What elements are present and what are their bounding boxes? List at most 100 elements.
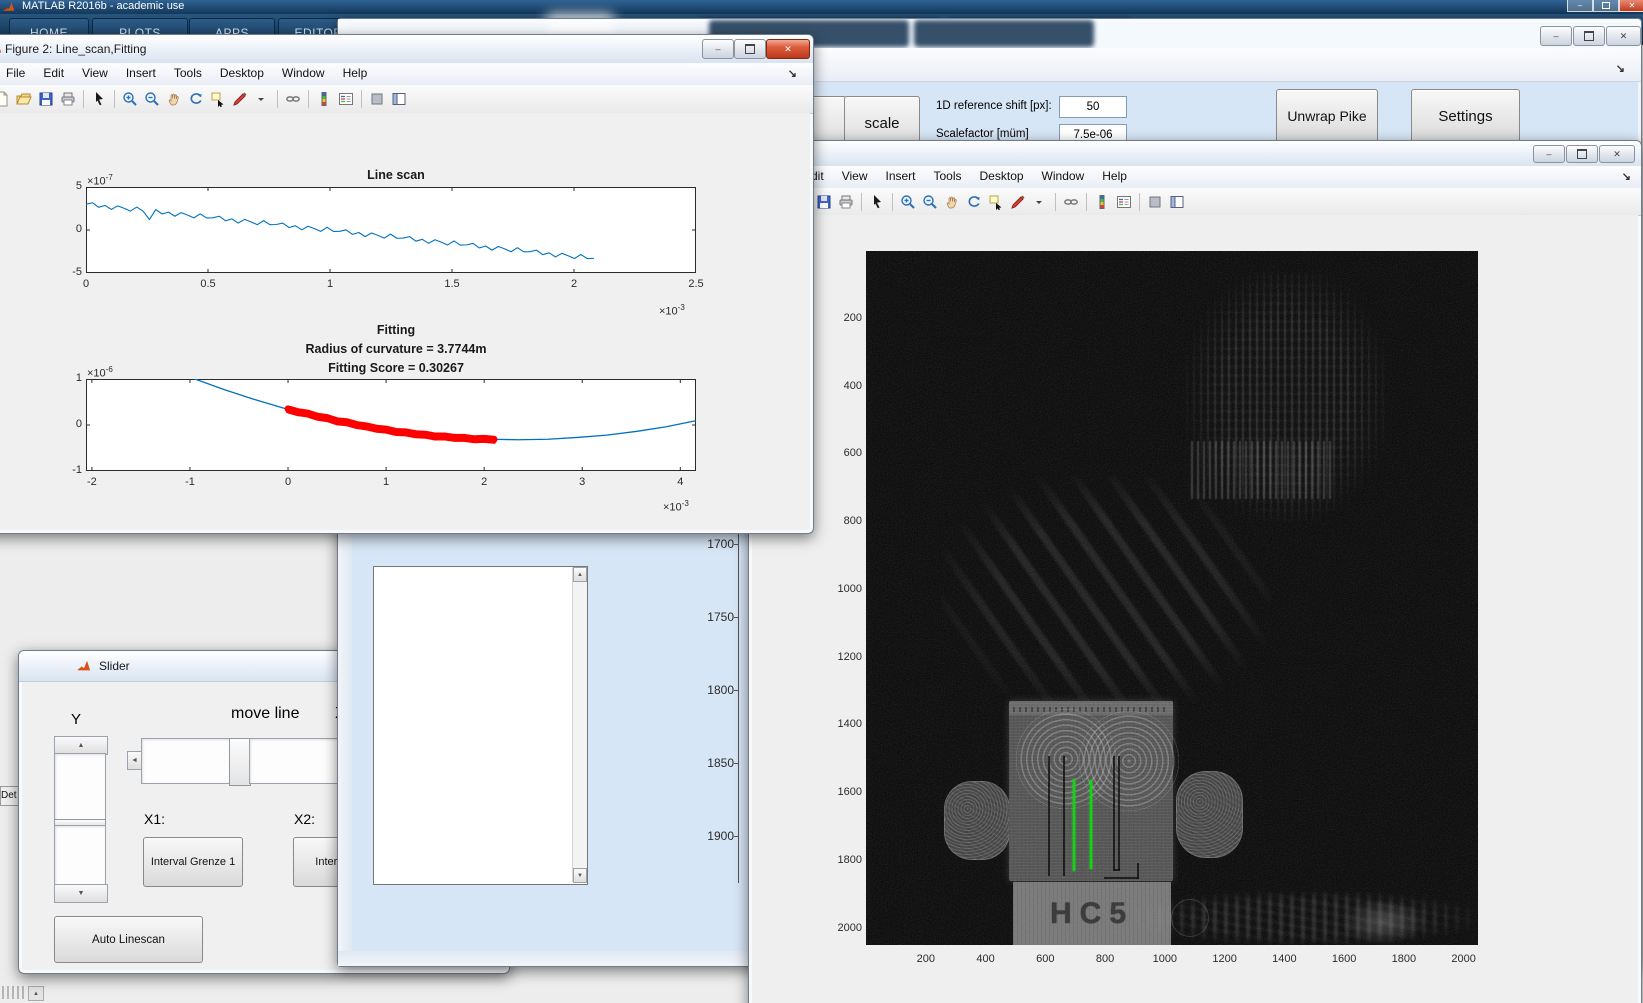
listbox-scroll-down[interactable]: ▼ (573, 868, 587, 883)
zoom-in-icon[interactable] (120, 89, 140, 109)
caret-down-icon[interactable] (1030, 192, 1050, 212)
y-slider-down-button[interactable]: ▼ (54, 884, 108, 903)
rotate-3d-icon[interactable] (964, 192, 984, 212)
save-icon[interactable] (36, 89, 56, 109)
menu-window[interactable]: Window (282, 63, 325, 83)
data-cursor-icon[interactable] (208, 89, 228, 109)
gui-close-button[interactable]: ✕ (1606, 26, 1641, 46)
rf-minimize-button[interactable]: – (1533, 145, 1565, 163)
x-slider-left-button[interactable]: ◄ (127, 751, 142, 770)
tick-label: 1 (75, 372, 82, 384)
tick-label: 600 (843, 447, 862, 460)
x-slider-thumb[interactable] (229, 738, 251, 786)
fig2-close-button[interactable]: ✕ (766, 39, 810, 59)
gui-minimize-button[interactable]: – (1540, 26, 1572, 46)
show-plot-tools-icon[interactable] (389, 89, 409, 109)
ref-shift-input[interactable] (1059, 96, 1127, 118)
menu-help[interactable]: Help (343, 63, 368, 83)
link-plot-icon[interactable] (1061, 192, 1081, 212)
unwrap-pike-button[interactable]: Unwrap Pike (1276, 89, 1378, 143)
matlab-maximize-button[interactable] (1593, 0, 1619, 12)
fig2-undock-icon[interactable]: ↘ (788, 67, 797, 80)
right-figure-menubar[interactable]: ↘ EditViewInsertToolsDesktopWindowHelp (749, 166, 1641, 189)
tick-label: 800 (1095, 953, 1115, 965)
rotate-3d-icon[interactable] (186, 89, 206, 109)
auto-linescan-button[interactable]: Auto Linescan (54, 916, 203, 963)
menu-desktop[interactable]: Desktop (220, 63, 264, 83)
brush-icon[interactable] (230, 89, 250, 109)
pan-hand-icon[interactable] (942, 192, 962, 212)
y-slider-track-upper[interactable] (54, 753, 106, 821)
menu-insert[interactable]: Insert (126, 63, 156, 83)
print-icon[interactable] (836, 192, 856, 212)
menu-window[interactable]: Window (1042, 166, 1085, 186)
settings-button[interactable]: Settings (1411, 89, 1520, 143)
zoom-in-icon[interactable] (898, 192, 918, 212)
tick-label: 1200 (1212, 953, 1237, 965)
brush-icon[interactable] (1008, 192, 1028, 212)
tick-label: 800 (843, 515, 862, 528)
taskbar-grip[interactable] (2, 986, 26, 999)
menu-view[interactable]: View (82, 63, 108, 83)
data-cursor-icon[interactable] (986, 192, 1006, 212)
tick-label: 2000 (1451, 953, 1476, 965)
tick-label: 0.5 (200, 278, 216, 290)
figure2-toolbar[interactable] (0, 85, 813, 114)
matlab-minimize-button[interactable]: – (1567, 0, 1593, 12)
hidden-plot-axis (738, 533, 739, 883)
interval-grenze-1-button[interactable]: Interval Grenze 1 (143, 837, 243, 887)
hide-plot-tools-icon[interactable] (367, 89, 387, 109)
gui-maximize-button[interactable] (1573, 26, 1605, 46)
x-slider-track-left[interactable] (141, 738, 231, 784)
menu-tools[interactable]: Tools (174, 63, 202, 83)
hide-plot-tools-icon[interactable] (1145, 192, 1165, 212)
move-line-label: move line (231, 705, 300, 722)
tick-label: -5 (72, 266, 82, 278)
fig2-maximize-button[interactable] (734, 39, 766, 59)
matlab-close-button[interactable]: ✕ (1619, 0, 1643, 12)
gui-undock-icon[interactable]: ↘ (1616, 62, 1625, 75)
menu-edit[interactable]: Edit (43, 63, 64, 83)
y-slider-track-lower[interactable] (54, 825, 106, 886)
print-icon[interactable] (58, 89, 78, 109)
menu-desktop[interactable]: Desktop (980, 166, 1024, 186)
zoom-out-icon[interactable] (920, 192, 940, 212)
save-icon[interactable] (814, 192, 834, 212)
open-folder-icon[interactable] (14, 89, 34, 109)
listbox-scrollbar[interactable]: ▲ ▼ (572, 567, 587, 883)
listbox-scroll-up[interactable]: ▲ (573, 567, 587, 582)
caret-down-icon[interactable] (252, 89, 272, 109)
link-plot-icon[interactable] (283, 89, 303, 109)
menu-help[interactable]: Help (1102, 166, 1127, 186)
toolbar-separator (892, 192, 893, 211)
right-figure-toolbar[interactable] (749, 188, 1641, 216)
hologram-image[interactable]: HC5 (866, 251, 1478, 945)
right-figure-titlebar[interactable]: d – ✕ (749, 141, 1641, 167)
pointer-icon[interactable] (867, 192, 887, 212)
right-figure-canvas: HC5 200 400 600 800 1000 1200 1400 1600 1800 2000… (752, 215, 1638, 1003)
insert-colorbar-icon[interactable] (314, 89, 334, 109)
matlab-titlebar: MATLAB R2016b - academic use (0, 0, 1643, 14)
menu-insert[interactable]: Insert (885, 166, 915, 186)
menu-tools[interactable]: Tools (934, 166, 962, 186)
rf-undock-icon[interactable]: ↘ (1622, 170, 1631, 183)
hidden-plot-tick-label: 1850 (707, 756, 734, 770)
rf-maximize-button[interactable] (1566, 145, 1598, 163)
insert-colorbar-icon[interactable] (1092, 192, 1112, 212)
new-document-icon[interactable] (0, 89, 12, 109)
pointer-icon[interactable] (89, 89, 109, 109)
menu-view[interactable]: View (842, 166, 868, 186)
show-plot-tools-icon[interactable] (1167, 192, 1187, 212)
insert-legend-icon[interactable] (1114, 192, 1134, 212)
menu-file[interactable]: File (6, 63, 25, 83)
fig2-minimize-button[interactable]: – (702, 39, 734, 59)
scroll-up-button[interactable]: ▲ (28, 986, 44, 1001)
figure2-menubar[interactable]: ↘ File Edit View Insert Tools Desktop Window He… (0, 63, 813, 86)
zoom-out-icon[interactable] (142, 89, 162, 109)
listbox-panel[interactable]: ▲ ▼ (373, 566, 588, 885)
pan-hand-icon[interactable] (164, 89, 184, 109)
fitting-plot (86, 378, 696, 472)
rf-close-button[interactable]: ✕ (1599, 145, 1635, 163)
insert-legend-icon[interactable] (336, 89, 356, 109)
figure2-titlebar[interactable]: Figure 2: Line_scan,Fitting – ✕ (0, 35, 813, 64)
